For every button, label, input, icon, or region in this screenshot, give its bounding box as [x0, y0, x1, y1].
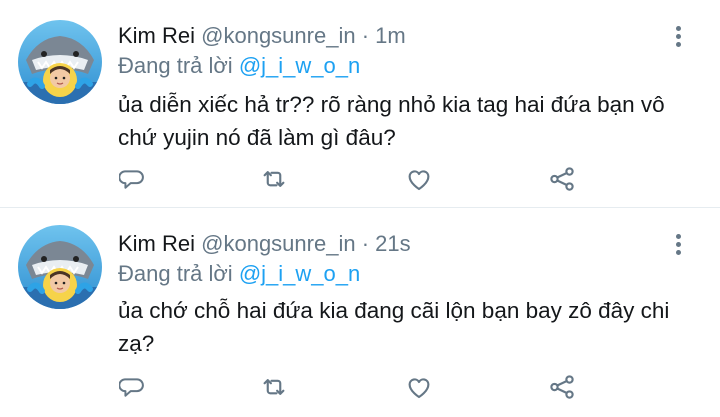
tweet-actions: [118, 372, 588, 402]
avatar[interactable]: [18, 225, 102, 309]
user-handle[interactable]: @kongsunre_in: [201, 231, 355, 256]
separator-dot: ·: [361, 23, 370, 48]
more-vertical-icon[interactable]: [676, 234, 682, 258]
avatar[interactable]: [18, 20, 102, 104]
reply-mention-link[interactable]: @j_i_w_o_n: [239, 53, 360, 78]
tweet[interactable]: Kim Rei @kongsunre_in · 1m Đang trả lời …: [0, 0, 720, 207]
tweet-text: ủa diễn xiếc hả tr?? rõ ràng nhỏ kia tag…: [118, 92, 665, 150]
more-vertical-icon[interactable]: [676, 26, 682, 50]
timestamp[interactable]: 21s: [375, 231, 410, 256]
timestamp[interactable]: 1m: [375, 23, 406, 48]
separator-dot: ·: [361, 231, 370, 256]
display-name[interactable]: Kim Rei: [118, 23, 195, 48]
tweet-header: Kim Rei @kongsunre_in · 21s: [118, 230, 411, 258]
reply-icon[interactable]: [118, 372, 148, 402]
display-name[interactable]: Kim Rei: [118, 231, 195, 256]
replying-to: Đang trả lời @j_i_w_o_n: [118, 52, 360, 80]
tweet-actions: [118, 164, 588, 194]
share-icon[interactable]: [547, 372, 577, 402]
tweet-list: Kim Rei @kongsunre_in · 1m Đang trả lời …: [0, 0, 720, 417]
retweet-icon[interactable]: [259, 164, 289, 194]
like-icon[interactable]: [404, 372, 434, 402]
reply-icon[interactable]: [118, 164, 148, 194]
share-icon[interactable]: [547, 164, 577, 194]
replying-to-label: Đang trả lời: [118, 53, 233, 78]
user-handle[interactable]: @kongsunre_in: [201, 23, 355, 48]
replying-to: Đang trả lời @j_i_w_o_n: [118, 260, 360, 288]
tweet[interactable]: Kim Rei @kongsunre_in · 21s Đang trả lời…: [0, 207, 720, 417]
reply-mention-link[interactable]: @j_i_w_o_n: [239, 261, 360, 286]
retweet-icon[interactable]: [259, 372, 289, 402]
tweet-text: ủa chớ chỗ hai đứa kia đang cãi lộn bạn …: [118, 298, 670, 356]
like-icon[interactable]: [404, 164, 434, 194]
replying-to-label: Đang trả lời: [118, 261, 233, 286]
tweet-header: Kim Rei @kongsunre_in · 1m: [118, 22, 406, 50]
